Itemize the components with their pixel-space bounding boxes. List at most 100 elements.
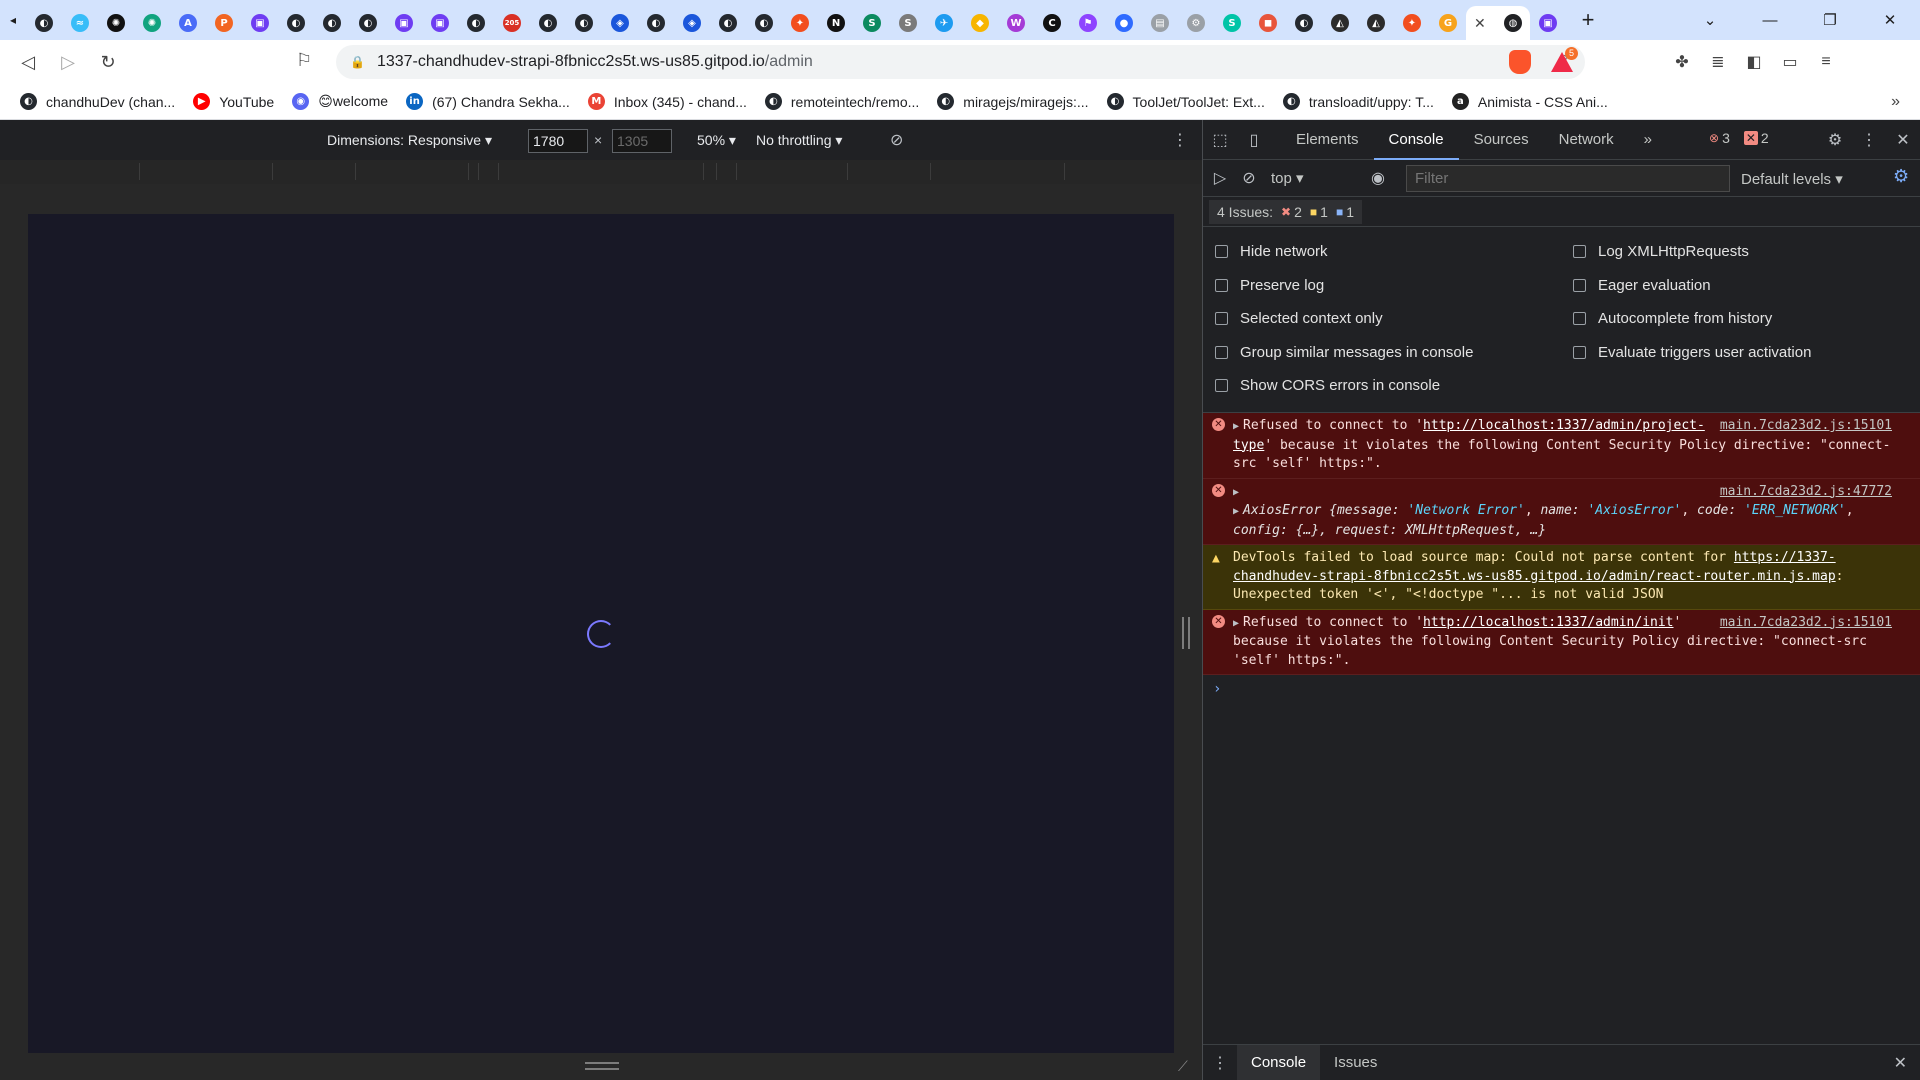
devtools-counts[interactable]: ⊗ 3 ✕ 2 <box>1709 130 1783 146</box>
tab-network[interactable]: Network <box>1544 120 1629 160</box>
browser-tab[interactable]: ✦ <box>782 7 818 39</box>
sidebar-icon[interactable]: ◧ <box>1736 44 1772 80</box>
bookmark-item[interactable]: ◉ 😊welcome <box>292 93 388 110</box>
media-query-ruler[interactable] <box>0 160 1202 184</box>
drawer-tab-issues[interactable]: Issues <box>1320 1045 1391 1080</box>
browser-tab[interactable]: ◐ <box>530 7 566 39</box>
bookmark-item[interactable]: M Inbox (345) - chand... <box>587 93 747 110</box>
tab-elements[interactable]: Elements <box>1281 120 1374 160</box>
setting-checkbox[interactable]: Show CORS errors in console <box>1215 377 1440 394</box>
browser-tab[interactable]: ▣ <box>386 7 422 39</box>
browser-tab[interactable]: ◐ <box>314 7 350 39</box>
issues-button[interactable]: 4 Issues: ✖ 2 ■ 1 ■ 1 <box>1209 199 1362 224</box>
rotate-icon[interactable]: ⊘ <box>890 130 903 150</box>
media-controls-icon[interactable]: ≣ <box>1700 44 1736 80</box>
new-tab-button[interactable]: + <box>1570 7 1606 33</box>
sidebar-toggle-icon[interactable]: ▷ <box>1203 158 1237 198</box>
console-prompt[interactable]: › <box>1203 675 1920 703</box>
browser-tab[interactable]: ✺ <box>134 7 170 39</box>
checkbox[interactable] <box>1573 245 1586 258</box>
log-levels-select[interactable]: Default levels ▾ <box>1741 170 1843 188</box>
extensions-icon[interactable]: ✤ <box>1664 44 1700 80</box>
dimensions-select[interactable]: Dimensions: Responsive ▾ <box>327 132 492 149</box>
source-link[interactable]: main.7cda23d2.js:15101 <box>1720 614 1892 633</box>
live-expression-eye-icon[interactable]: ◉ <box>1361 158 1395 198</box>
checkbox[interactable] <box>1215 245 1228 258</box>
browser-tab[interactable]: ◐ <box>458 7 494 39</box>
setting-checkbox[interactable]: Log XMLHttpRequests <box>1573 243 1749 260</box>
browser-tab[interactable]: ◭ <box>1322 7 1358 39</box>
resize-handle-right[interactable] <box>1182 617 1190 649</box>
tab-console[interactable]: Console <box>1373 120 1459 160</box>
browser-tab[interactable]: 205 <box>494 7 530 39</box>
context-select[interactable]: top ▾ <box>1271 169 1304 187</box>
checkbox[interactable] <box>1215 379 1228 392</box>
console-error[interactable]: ✕ main.7cda23d2.js:15101 ▶ Refused to con… <box>1203 609 1920 675</box>
browser-tab[interactable]: ◐ <box>26 7 62 39</box>
close-drawer-icon[interactable]: ✕ <box>1894 1053 1907 1073</box>
expand-triangle-icon[interactable]: ▶ <box>1233 487 1239 498</box>
width-input[interactable] <box>528 129 588 153</box>
browser-tab[interactable]: ◐ <box>1286 7 1322 39</box>
brave-shields-icon[interactable] <box>1502 44 1538 80</box>
tab-search-chevron-icon[interactable]: ⌄ <box>1680 0 1740 40</box>
browser-tab[interactable]: ◐ <box>746 7 782 39</box>
setting-checkbox[interactable]: Preserve log <box>1215 277 1324 294</box>
restore-button[interactable]: ❐ <box>1800 0 1860 40</box>
wallet-icon[interactable]: ▭ <box>1772 44 1808 80</box>
clear-console-icon[interactable]: ⊘ <box>1237 158 1261 198</box>
browser-tab[interactable]: ▣ <box>242 7 278 39</box>
setting-checkbox[interactable]: Eager evaluation <box>1573 277 1711 294</box>
setting-checkbox[interactable]: Evaluate triggers user activation <box>1573 344 1811 361</box>
device-toggle-icon[interactable]: ▯ <box>1237 120 1271 160</box>
browser-tab[interactable]: ⚑ <box>1070 7 1106 39</box>
active-browser-tab[interactable]: ✕ ◍ <box>1466 6 1530 40</box>
minimize-button[interactable]: — <box>1740 0 1800 40</box>
expand-triangle-icon[interactable]: ▶ <box>1233 421 1239 432</box>
zoom-select[interactable]: 50% ▾ <box>697 132 736 149</box>
bookmarks-overflow-icon[interactable]: » <box>1891 93 1900 111</box>
menu-icon[interactable]: ≡ <box>1808 44 1844 80</box>
browser-tab[interactable]: ▣ <box>1530 7 1566 39</box>
bookmark-icon[interactable]: ⚐ <box>296 50 312 71</box>
bookmark-item[interactable]: ▶ YouTube <box>193 93 274 110</box>
browser-tab[interactable]: ◐ <box>638 7 674 39</box>
height-input[interactable] <box>612 129 672 153</box>
browser-tab[interactable]: ◐ <box>350 7 386 39</box>
browser-tab[interactable]: ◐ <box>710 7 746 39</box>
warning-count[interactable]: ✕ 2 <box>1743 130 1769 146</box>
error-count[interactable]: ⊗ 3 <box>1709 130 1730 146</box>
expand-triangle-icon[interactable]: ▶ <box>1233 506 1239 517</box>
close-tab-icon[interactable]: ✕ <box>1474 15 1486 32</box>
browser-tab[interactable]: P <box>206 7 242 39</box>
forward-button[interactable]: ▷ <box>48 44 88 80</box>
console-error[interactable]: ✕ main.7cda23d2.js:47772 ▶ ▶ AxiosError {… <box>1203 478 1920 545</box>
browser-tab[interactable]: N <box>818 7 854 39</box>
browser-tab[interactable]: A <box>170 7 206 39</box>
bookmark-item[interactable]: ◐ miragejs/miragejs:... <box>937 93 1089 110</box>
error-url[interactable]: http://localhost:1337/admin/init <box>1423 615 1673 630</box>
browser-tab[interactable]: ▣ <box>422 7 458 39</box>
browser-tab[interactable]: ◈ <box>674 7 710 39</box>
browser-tab[interactable]: C <box>1034 7 1070 39</box>
throttling-select[interactable]: No throttling ▾ <box>756 132 842 149</box>
setting-checkbox[interactable]: Group similar messages in console <box>1215 344 1473 361</box>
checkbox[interactable] <box>1573 312 1586 325</box>
browser-tab[interactable]: ◐ <box>278 7 314 39</box>
browser-tab[interactable]: ◆ <box>962 7 998 39</box>
console-filter-input[interactable] <box>1406 165 1730 192</box>
browser-tab[interactable]: S <box>1214 7 1250 39</box>
tab-scroll-left-icon[interactable]: ◂ <box>0 0 26 40</box>
console-error[interactable]: ✕ main.7cda23d2.js:15101 ▶ Refused to con… <box>1203 413 1920 479</box>
checkbox[interactable] <box>1215 346 1228 359</box>
back-button[interactable]: ◁ <box>8 44 48 80</box>
console-settings-icon[interactable]: ⚙ <box>1893 166 1909 187</box>
bookmark-item[interactable]: ◐ chandhuDev (chan... <box>20 93 175 110</box>
checkbox[interactable] <box>1573 346 1586 359</box>
browser-tab[interactable]: ◐ <box>566 7 602 39</box>
devtools-menu-icon[interactable]: ⋮ <box>1852 120 1886 160</box>
browser-tab[interactable]: S <box>890 7 926 39</box>
checkbox[interactable] <box>1215 312 1228 325</box>
bookmark-item[interactable]: ◐ transloadit/uppy: T... <box>1282 93 1434 110</box>
setting-checkbox[interactable]: Autocomplete from history <box>1573 310 1772 327</box>
